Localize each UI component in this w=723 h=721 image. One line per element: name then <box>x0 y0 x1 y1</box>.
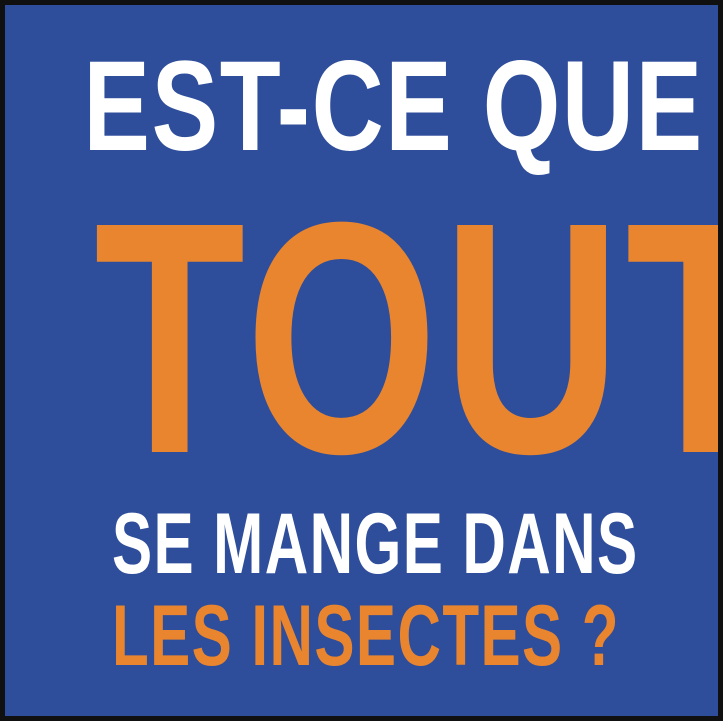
image-frame: EST-CE QUE TOUT SE MANGE DANS LES INSECT… <box>0 0 723 721</box>
headline-line-3: SE MANGE DANS <box>111 496 639 592</box>
title-card: EST-CE QUE TOUT SE MANGE DANS LES INSECT… <box>5 5 718 716</box>
headline-line-1: EST-CE QUE <box>83 35 704 178</box>
headline-line-4: LES INSECTES ? <box>111 588 620 684</box>
headline-line-2: TOUT <box>94 153 718 522</box>
